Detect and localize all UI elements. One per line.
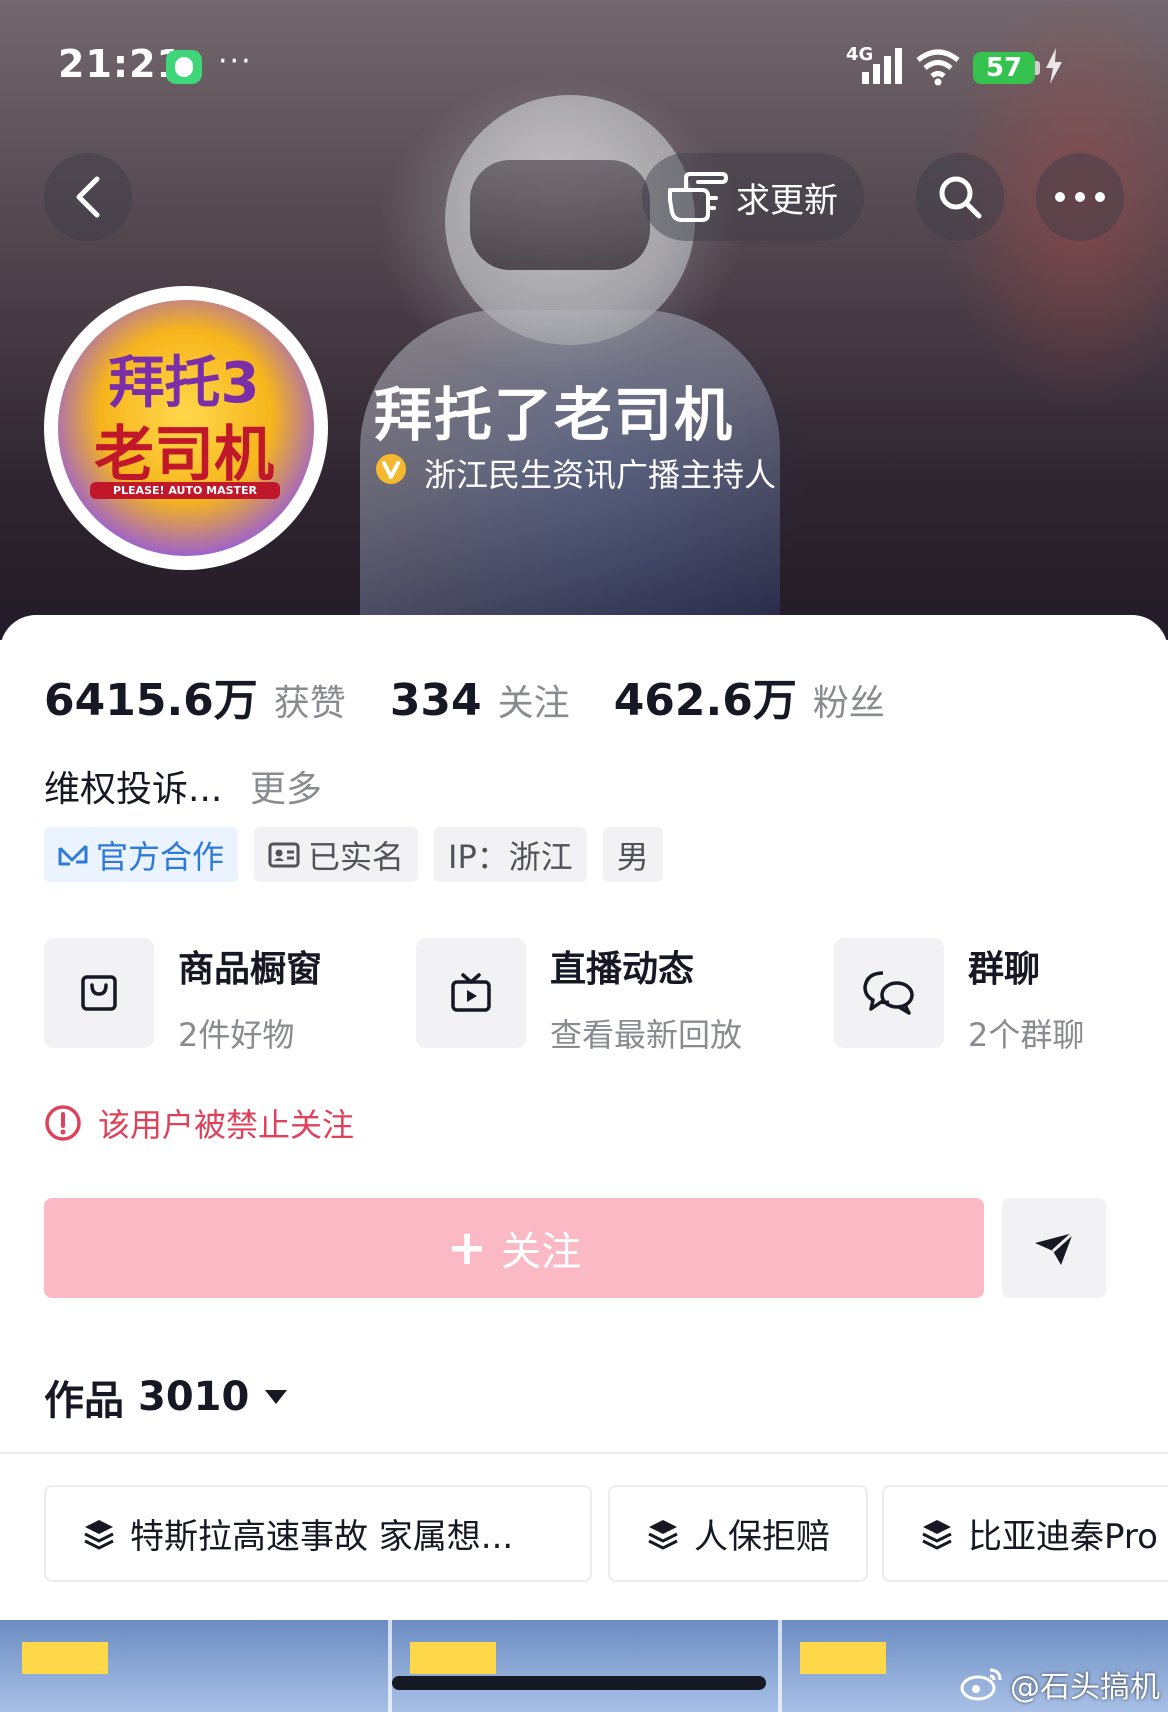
followers-count[interactable]: 462.6万	[614, 664, 797, 728]
tag-official-cooperation[interactable]: 官方合作	[44, 827, 239, 882]
search-icon	[939, 176, 982, 219]
collection-chip-1[interactable]: 特斯拉高速事故 家属想...	[44, 1485, 592, 1582]
following-label: 关注	[497, 683, 570, 724]
search-button[interactable]	[916, 153, 1004, 241]
battery-cap	[1035, 61, 1040, 75]
collection-chip-2-label: 人保拒赔	[694, 1517, 830, 1557]
works-count: 3010	[138, 1374, 250, 1420]
pointing-hand-icon	[668, 172, 728, 222]
stack-layers-icon	[648, 1519, 678, 1550]
follow-button[interactable]: + 关注	[44, 1198, 984, 1298]
battery-level: 57	[973, 52, 1035, 84]
handshake-icon	[58, 844, 88, 865]
stack-layers-icon	[922, 1519, 952, 1550]
tag-ip-location: IP：浙江	[434, 827, 587, 882]
thumbnail-badge	[22, 1642, 108, 1674]
group-chat-subtitle: 2个群聊	[968, 1016, 1085, 1054]
more-notifications-icon: ···	[218, 44, 253, 79]
likes-label: 获赞	[273, 683, 346, 724]
shopping-bag-icon	[81, 975, 117, 1011]
verification-title: 浙江民生资讯广播主持人	[424, 456, 777, 494]
more-options-button[interactable]	[1036, 153, 1124, 241]
follow-banned-text: 该用户被禁止关注	[98, 1106, 355, 1144]
thumbnail-divider	[388, 1620, 392, 1712]
tag-real-name[interactable]: 已实名	[254, 827, 419, 882]
follow-button-label: 关注	[501, 1229, 582, 1275]
profile-name: 拜托了老司机	[374, 381, 735, 449]
more-dots-icon	[1055, 192, 1105, 202]
group-chat-title: 群聊	[968, 949, 1041, 990]
home-indicator[interactable]	[392, 1676, 766, 1690]
likes-count[interactable]: 6415.6万	[44, 664, 258, 728]
wifi-icon	[916, 49, 960, 86]
dropdown-triangle-icon	[265, 1390, 288, 1404]
works-tab[interactable]: 作品 3010	[44, 1368, 289, 1426]
works-label: 作品	[44, 1378, 124, 1424]
shortcut-group-chat[interactable]: 群聊 2个群聊	[834, 938, 1084, 1054]
tag-gender: 男	[602, 827, 663, 882]
live-updates-title: 直播动态	[550, 949, 695, 990]
qq-notification-icon	[166, 50, 202, 84]
collection-chip-1-label: 特斯拉高速事故 家属想...	[130, 1517, 514, 1557]
profile-bio: 维权投诉...	[44, 769, 223, 810]
warning-circle-icon	[45, 1105, 81, 1141]
following-count[interactable]: 334	[390, 675, 482, 726]
thumbnail-badge	[410, 1642, 496, 1674]
thumbnail-badge	[800, 1642, 886, 1674]
avatar-logo-text-sub: PLEASE! AUTO MASTER	[90, 482, 280, 499]
signal-icon	[862, 48, 902, 84]
shop-window-subtitle: 2件好物	[178, 1016, 295, 1054]
back-button[interactable]	[44, 153, 132, 241]
shop-window-title: 商品橱窗	[178, 949, 323, 990]
live-updates-icon-box	[416, 938, 526, 1048]
shortcut-shop-window[interactable]: 商品橱窗 2件好物	[44, 938, 323, 1054]
profile-stats: 6415.6万 获赞 334 关注 462.6万 粉丝	[44, 664, 929, 726]
followers-label: 粉丝	[812, 683, 885, 724]
live-updates-subtitle: 查看最新回放	[550, 1016, 743, 1054]
plus-icon: +	[446, 1220, 488, 1276]
verified-badge-icon	[376, 454, 406, 484]
shop-window-icon-box	[44, 938, 154, 1048]
collection-chip-3[interactable]: 比亚迪秦Pro	[882, 1485, 1168, 1582]
charging-icon	[1046, 48, 1062, 84]
weibo-watermark: @石头搞机	[960, 1662, 1160, 1706]
chat-bubbles-icon	[863, 971, 914, 1015]
tag-gender-label: 男	[616, 837, 649, 876]
paper-plane-icon	[1035, 1231, 1075, 1265]
request-update-button[interactable]: 求更新	[642, 153, 864, 241]
stack-layers-icon	[84, 1519, 114, 1550]
avatar-logo-text-main: 老司机	[94, 420, 274, 490]
id-card-icon	[268, 842, 300, 867]
collection-chip-2[interactable]: 人保拒赔	[608, 1485, 868, 1582]
tag-ip-location-label: IP：浙江	[448, 837, 573, 876]
weibo-logo-icon	[960, 1668, 1002, 1701]
shortcut-live-updates[interactable]: 直播动态 查看最新回放	[416, 938, 742, 1054]
works-divider	[0, 1452, 1168, 1454]
tag-official-cooperation-label: 官方合作	[96, 837, 225, 876]
follow-banned-warning: 该用户被禁止关注	[44, 1100, 354, 1146]
request-update-label: 求更新	[736, 180, 838, 221]
thumbnail-divider	[778, 1620, 782, 1712]
tv-icon	[451, 973, 491, 1012]
back-arrow-icon	[76, 176, 100, 218]
bio-more-link[interactable]: 更多	[250, 760, 322, 812]
profile-avatar[interactable]: 拜托3 老司机 PLEASE! AUTO MASTER	[44, 286, 328, 570]
send-message-button[interactable]	[1002, 1198, 1106, 1298]
status-bar: 21:21 ··· 4G 57	[0, 0, 1168, 130]
watermark-text: @石头搞机	[1010, 1670, 1160, 1705]
tag-real-name-label: 已实名	[308, 837, 405, 876]
group-chat-icon-box	[834, 938, 944, 1048]
collection-chip-3-label: 比亚迪秦Pro	[968, 1517, 1158, 1557]
profile-tags: 官方合作 已实名 IP：浙江 男	[44, 827, 679, 882]
